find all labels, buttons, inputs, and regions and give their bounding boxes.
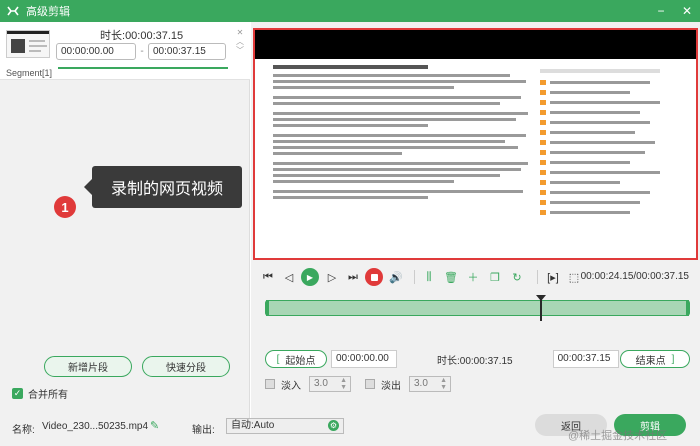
watermark-text: @稀土掘金技术社区 (568, 430, 668, 442)
title-bar: 高级剪辑 − ✕ (0, 0, 700, 22)
add-icon[interactable]: ＋ (465, 269, 481, 285)
output-label: 输出: (192, 425, 215, 436)
close-button[interactable]: ✕ (674, 0, 700, 22)
set-end-button[interactable]: 结束点 ] (620, 350, 690, 368)
bracket-left-icon: [ (276, 353, 280, 365)
end-point-label: 结束点 (635, 355, 666, 367)
merge-all-label: 合并所有 (28, 390, 68, 401)
time-separator: - (140, 46, 144, 57)
segment-progress (58, 67, 228, 69)
editor-panel: ⏮ ◁ ▶ ▷ ⏭ 🔊 ⫼ 🗑 ＋ ❐ ↻ [▸] ⬚ 00:00:24.15/… (251, 22, 700, 424)
timeline-track[interactable] (265, 295, 690, 321)
timeline-end-handle[interactable] (686, 300, 689, 316)
start-point-label: 起始点 (285, 355, 316, 367)
copy-icon[interactable]: ❐ (487, 269, 503, 285)
webpage-sidebar (540, 69, 690, 220)
divider (537, 270, 538, 284)
chevron-down-icon[interactable]: ﹀ (236, 46, 244, 55)
set-start-button[interactable]: [ 起始点 (265, 350, 327, 368)
bracket-right-icon: ] (671, 353, 675, 365)
segment-reorder: ✕ ︿ ﹀ (236, 28, 244, 55)
add-segment-button[interactable]: 新增片段 (44, 356, 132, 377)
fade-options: 淡入 3.0 ▲ ▼ 淡出 3.0 ▲ ▼ (265, 376, 451, 392)
step-back-icon[interactable]: ◁ (280, 268, 298, 286)
range-row: [ 起始点 00:00:00.00 时长:00:00:37.15 00:00:3… (265, 350, 690, 368)
divider (414, 270, 415, 284)
delete-icon[interactable]: 🗑 (443, 269, 459, 285)
name-label: 名称: (12, 425, 35, 436)
checkbox-checked-icon[interactable]: ✓ (12, 388, 23, 399)
fade-out-checkbox[interactable] (365, 379, 375, 389)
app-logo-icon (6, 4, 20, 18)
segment-card[interactable]: 时长:00:00:37.15 00:00:00.00 - 00:00:37.15… (0, 22, 250, 80)
segment-label: Segment[1] (6, 68, 53, 78)
minimize-button[interactable]: − (648, 0, 674, 22)
fade-out-stepper[interactable]: 3.0 ▲ ▼ (409, 376, 451, 392)
window-title: 高级剪辑 (26, 6, 70, 18)
volume-icon[interactable]: 🔊 (387, 268, 405, 286)
refresh-icon[interactable]: ↻ (509, 269, 525, 285)
step-forward-icon[interactable]: ▷ (323, 268, 341, 286)
output-select[interactable]: 自动:Auto ⚙ (226, 418, 344, 434)
fade-in-label: 淡入 (281, 380, 301, 392)
callout-number: 1 (54, 196, 76, 218)
range-duration: 时长:00:00:37.15 (437, 355, 513, 367)
segment-panel: 时长:00:00:37.15 00:00:00.00 - 00:00:37.15… (0, 22, 250, 424)
range-end-field[interactable]: 00:00:37.15 (552, 350, 619, 368)
split-icon[interactable]: ⫼ (421, 269, 437, 285)
playback-controls: ⏮ ◁ ▶ ▷ ⏭ 🔊 ⫼ 🗑 ＋ ❐ ↻ [▸] ⬚ 00:00:24.15/… (259, 266, 699, 288)
skip-to-end-icon[interactable]: ⏭ (344, 268, 362, 286)
fade-in-stepper[interactable]: 3.0 ▲ ▼ (309, 376, 351, 392)
stop-record-button[interactable] (365, 268, 383, 286)
fade-in-checkbox[interactable] (265, 379, 275, 389)
playhead[interactable] (536, 295, 546, 321)
window-controls: − ✕ (648, 0, 700, 22)
callout-tooltip: 录制的网页视频 (84, 166, 242, 208)
merge-all-option[interactable]: ✓ 合并所有 (12, 386, 68, 401)
range-start-field[interactable]: 00:00:00.00 (331, 350, 397, 368)
fade-out-label: 淡出 (381, 380, 401, 392)
video-preview[interactable] (253, 28, 698, 260)
bracket-trim-icon[interactable]: [▸] (544, 268, 562, 286)
chevron-up-icon[interactable]: ︿ (236, 37, 244, 46)
timeline-start-handle[interactable] (266, 300, 269, 316)
play-button[interactable]: ▶ (301, 268, 319, 286)
time-readout: 00:00:24.15/00:00:37.15 (580, 271, 689, 282)
quick-split-button[interactable]: 快速分段 (142, 356, 230, 377)
webpage-frame (255, 59, 696, 258)
segment-start-field[interactable]: 00:00:00.00 (56, 43, 136, 60)
edit-pencil-icon[interactable]: ✎ (150, 419, 159, 432)
filename-text: Video_230...50235.mp4 (42, 421, 149, 432)
segment-end-field[interactable]: 00:00:37.15 (148, 43, 226, 60)
close-icon[interactable]: ✕ (237, 28, 244, 37)
segment-thumbnail (6, 30, 50, 58)
gear-icon[interactable]: ⚙ (328, 420, 339, 431)
segment-times: 00:00:00.00 - 00:00:37.15 (56, 43, 226, 60)
skip-to-start-icon[interactable]: ⏮ (259, 268, 277, 286)
segment-duration: 时长:00:00:37.15 (100, 30, 184, 42)
article-text-block (273, 65, 531, 202)
